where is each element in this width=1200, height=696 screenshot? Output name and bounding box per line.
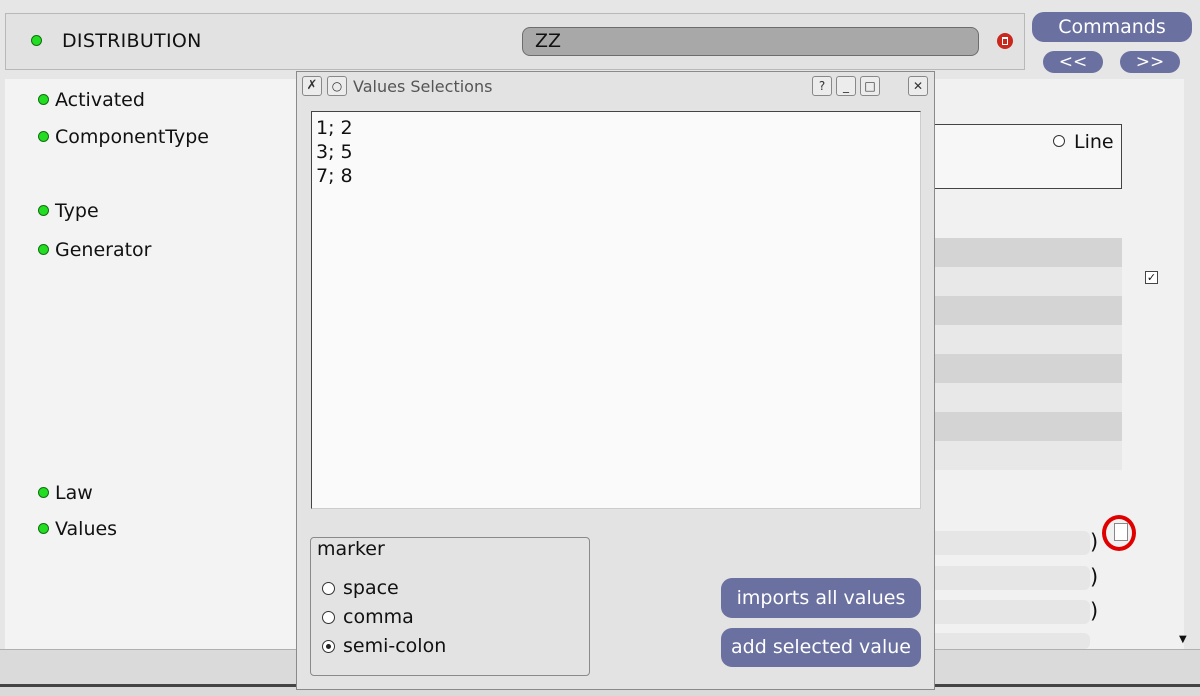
field-label-componenttype: ComponentType	[55, 126, 209, 148]
value-line: 1; 2	[316, 117, 353, 139]
generator-row[interactable]	[934, 354, 1122, 383]
paren-glyph: )	[1090, 530, 1099, 554]
field-label-law: Law	[55, 482, 93, 504]
next-button[interactable]: >>	[1120, 51, 1180, 73]
generator-row[interactable]	[934, 325, 1122, 354]
type-dot-icon	[38, 205, 49, 216]
generator-row[interactable]	[934, 238, 1122, 267]
field-label-generator: Generator	[55, 239, 152, 261]
line-radio[interactable]	[1053, 135, 1065, 147]
marker-radio-space[interactable]	[322, 582, 335, 595]
field-list-panel	[5, 79, 297, 649]
name-field[interactable]: ZZ	[522, 27, 979, 56]
generator-checkbox[interactable]: ✓	[1145, 271, 1158, 284]
marker-label-semicolon: semi-colon	[343, 635, 447, 657]
generator-dot-icon	[38, 244, 49, 255]
value-line: 3; 5	[316, 141, 353, 163]
paren-glyph: )	[1090, 599, 1099, 623]
status-dot	[31, 35, 42, 46]
line-label: Line	[1074, 131, 1114, 153]
values-dot-icon	[38, 523, 49, 534]
trash-icon[interactable]	[997, 33, 1013, 49]
minimize-icon[interactable]: _	[836, 76, 856, 96]
value-line: 7; 8	[316, 165, 353, 187]
imports-all-values-button[interactable]: imports all values	[721, 578, 921, 618]
paren-glyph: )	[1090, 565, 1099, 589]
close-icon[interactable]: ✕	[908, 76, 928, 96]
generator-row[interactable]	[934, 296, 1122, 325]
field-label-activated: Activated	[55, 89, 145, 111]
generator-row[interactable]	[934, 267, 1122, 296]
generator-row[interactable]	[934, 383, 1122, 412]
value-input[interactable]	[934, 633, 1090, 649]
marker-group-label: marker	[313, 538, 389, 560]
generator-row[interactable]	[934, 441, 1122, 470]
marker-radio-semicolon[interactable]	[322, 640, 335, 653]
add-selected-value-button[interactable]: add selected value	[721, 628, 921, 667]
dialog-title: Values Selections	[353, 77, 493, 96]
pin-icon[interactable]: ○	[327, 76, 347, 96]
help-icon[interactable]: ?	[812, 76, 832, 96]
vertical-scrollbar[interactable]	[1178, 79, 1192, 649]
field-label-values: Values	[55, 518, 118, 540]
value-input[interactable]	[934, 531, 1090, 555]
copy-values-icon[interactable]	[1102, 515, 1136, 551]
componenttype-dot-icon	[38, 131, 49, 142]
scroll-down-icon[interactable]: ▼	[1179, 634, 1187, 645]
marker-label-space: space	[343, 577, 399, 599]
maximize-icon[interactable]: □	[860, 76, 880, 96]
field-label-type: Type	[55, 200, 99, 222]
marker-label-comma: comma	[343, 606, 414, 628]
page-title: DISTRIBUTION	[62, 30, 202, 52]
value-input[interactable]	[934, 566, 1090, 590]
value-input[interactable]	[934, 600, 1090, 624]
commands-button[interactable]: Commands	[1032, 12, 1192, 42]
law-dot-icon	[38, 487, 49, 498]
values-textarea[interactable]	[311, 111, 921, 509]
previous-button[interactable]: <<	[1043, 51, 1103, 73]
activated-dot-icon	[38, 94, 49, 105]
generator-row[interactable]	[934, 412, 1122, 441]
app-menu-icon[interactable]: ✗	[302, 76, 322, 96]
marker-radio-comma[interactable]	[322, 611, 335, 624]
